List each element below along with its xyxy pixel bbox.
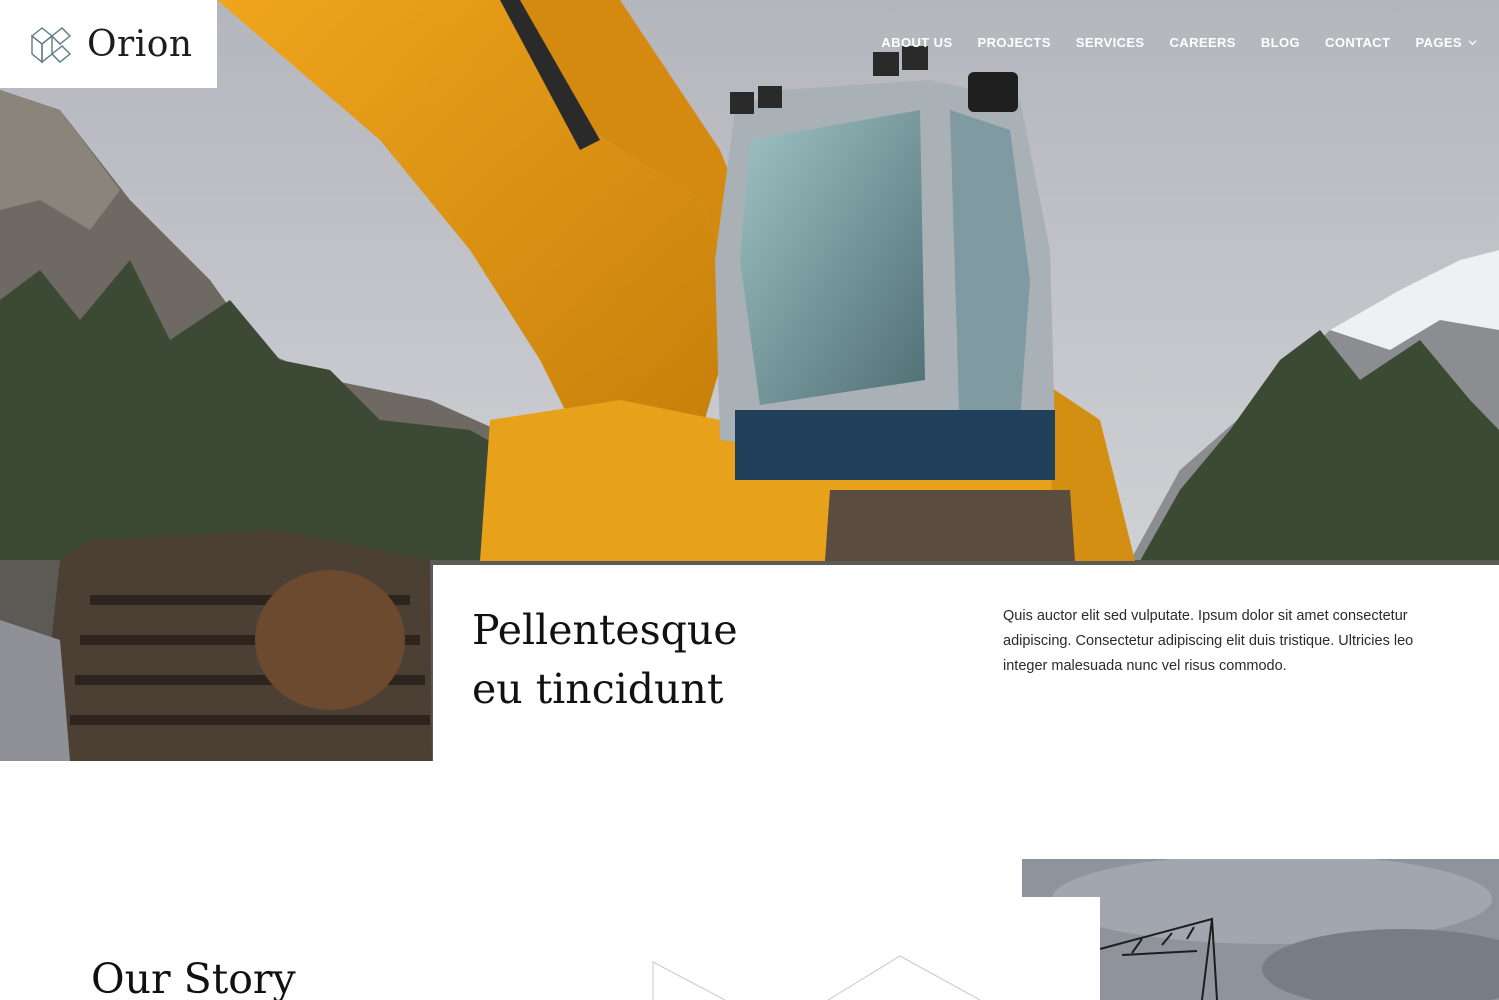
hero-heading: Pellentesque eu tincidunt: [472, 601, 872, 719]
nav-contact[interactable]: CONTACT: [1325, 35, 1390, 50]
nav-projects[interactable]: PROJECTS: [978, 35, 1051, 50]
story-title: Our Story: [91, 955, 296, 1000]
logo[interactable]: Orion: [0, 0, 217, 88]
story-image-mask: [1022, 897, 1100, 1000]
nav-pages-dropdown[interactable]: PAGES: [1415, 35, 1477, 50]
main-nav: ABOUT US PROJECTS SERVICES CAREERS BLOG …: [856, 35, 1477, 50]
nav-careers[interactable]: CAREERS: [1170, 35, 1236, 50]
brand-name: Orion: [87, 23, 193, 65]
chevron-down-icon: [1468, 40, 1477, 46]
hero-heading-line2: eu tincidunt: [472, 665, 724, 713]
hero-description: Quis auctor elit sed vulputate. Ipsum do…: [1003, 608, 1414, 674]
hero-info-panel: Pellentesque eu tincidunt Quis auctor el…: [433, 565, 1499, 761]
story-line-decoration: [652, 955, 981, 1000]
hero-heading-line1: Pellentesque: [472, 606, 738, 654]
nav-about-us[interactable]: ABOUT US: [881, 35, 952, 50]
nav-blog[interactable]: BLOG: [1261, 35, 1300, 50]
nav-services[interactable]: SERVICES: [1076, 35, 1145, 50]
logo-icon: [30, 27, 72, 64]
nav-pages-label: PAGES: [1415, 35, 1462, 50]
